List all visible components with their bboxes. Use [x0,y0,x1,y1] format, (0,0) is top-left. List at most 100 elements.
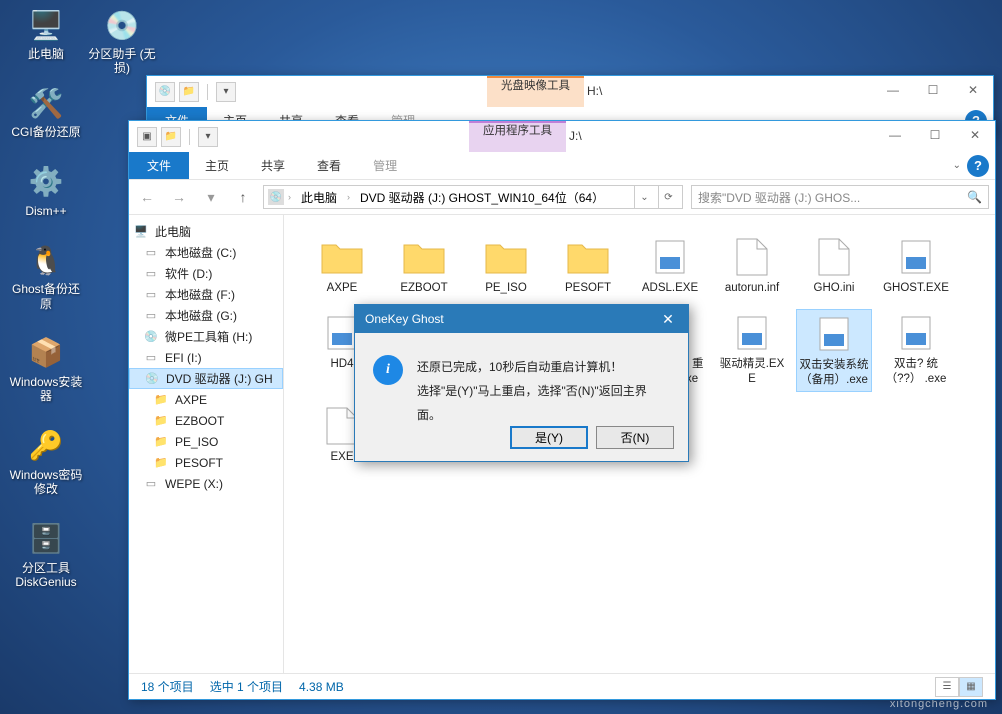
folder-icon [564,237,612,277]
minimize-button[interactable]: — [875,121,915,149]
tree-item[interactable]: ▭WEPE (X:) [129,473,283,494]
desktop-icon-diskgenius[interactable]: 🗄️ 分区工具DiskGenius [6,519,86,590]
view-details-button[interactable]: ☰ [935,677,959,697]
no-button[interactable]: 否(N) [596,426,674,449]
refresh-icon[interactable]: ⟳ [658,185,678,209]
file-item[interactable]: PE_ISO [468,233,544,299]
qat-down-icon[interactable]: ▾ [198,127,218,147]
ribbon-tab-share[interactable]: 共享 [245,152,301,179]
dialog-close-button[interactable]: ✕ [648,305,688,333]
maximize-button[interactable]: ☐ [915,121,955,149]
nav-tree[interactable]: 🖥️ 此电脑 ▭本地磁盘 (C:)▭软件 (D:)▭本地磁盘 (F:)▭本地磁盘… [129,215,284,673]
desktop-icon-ghost-backup[interactable]: 🐧 Ghost备份还原 [6,240,86,311]
breadcrumb[interactable]: 💿 › 此电脑 › DVD 驱动器 (J:) GHOST_WIN10_64位（6… [263,185,683,209]
search-input[interactable]: 搜索"DVD 驱动器 (J:) GHOS... 🔍 [691,185,989,209]
tree-item[interactable]: ▭软件 (D:) [129,263,283,284]
context-tab-disc-image[interactable]: 光盘映像工具 [487,76,584,107]
close-button[interactable]: ✕ [953,76,993,104]
info-icon: i [373,355,403,385]
tree-item[interactable]: ▭本地磁盘 (F:) [129,284,283,305]
file-item[interactable]: GHOST.EXE [878,233,954,299]
desktop-icon-cgi-backup[interactable]: 🛠️ CGI备份还原 [6,83,86,139]
quick-access-toolbar: 💿 📁 ▾ [155,82,236,102]
titlebar[interactable]: ▣ 📁 ▾ 应用程序工具 J:\ — ☐ ✕ [129,121,995,152]
file-label: PE_ISO [485,281,527,295]
desktop-icon-this-pc[interactable]: 🖥️ 此电脑 [6,5,86,61]
file-label: EZBOOT [400,281,447,295]
file-item[interactable]: 双击? 统（??） .exe [878,309,954,392]
dialog-title[interactable]: OneKey Ghost [355,305,688,333]
tree-item[interactable]: ▭EFI (I:) [129,347,283,368]
ribbon-tab-file[interactable]: 文件 [129,152,189,179]
nav-forward-button[interactable]: → [167,185,191,209]
folder-icon: 📁 [153,393,169,407]
ribbon-tab-manage[interactable]: 管理 [357,152,413,179]
help-icon[interactable]: ? [967,155,989,177]
folder-icon [482,237,530,277]
tree-item[interactable]: 📁PESOFT [129,452,283,473]
nav-up-button[interactable]: ↑ [231,185,255,209]
drive-icon: ▭ [143,309,159,323]
qat-folder-icon[interactable]: 📁 [179,82,199,102]
desktop-icon-partition-assist[interactable]: 💿 分区助手 (无损) [82,5,162,76]
tree-item[interactable]: 📁PE_ISO [129,431,283,452]
close-button[interactable]: ✕ [955,121,995,149]
file-item[interactable]: ADSL.EXE [632,233,708,299]
disc-icon: 💿 [144,372,160,386]
status-item-count: 18 个项目 [141,678,194,695]
breadcrumb-pc[interactable]: 此电脑 [295,187,343,208]
pc-icon: 🖥️ [26,5,66,45]
exe-icon [646,237,694,277]
qat-folder-icon[interactable]: 📁 [161,127,181,147]
disc-icon: 💿 [143,330,159,344]
search-icon[interactable]: 🔍 [967,190,982,204]
file-item[interactable]: AXPE [304,233,380,299]
file-label: HD4 [330,357,353,371]
desktop-icon-win-installer[interactable]: 📦 Windows安装器 [6,333,86,404]
file-label: 驱动精灵.EXE [716,357,788,386]
tree-item[interactable]: 📁EZBOOT [129,410,283,431]
breadcrumb-dropdown-icon[interactable]: ⌄ [634,185,654,209]
file-item[interactable]: 双击安装系统（备用）.exe [796,309,872,392]
tree-this-pc[interactable]: 🖥️ 此电脑 [129,221,283,242]
desktop-icon-password[interactable]: 🔑 Windows密码修改 [6,426,86,497]
tree-item[interactable]: ▭本地磁盘 (C:) [129,242,283,263]
maximize-button[interactable]: ☐ [913,76,953,104]
minimize-button[interactable]: — [873,76,913,104]
view-icons-button[interactable]: ▦ [959,677,983,697]
window-controls: — ☐ ✕ [873,76,993,104]
file-item[interactable]: GHO.ini [796,233,872,299]
chevron-icon[interactable]: › [288,192,291,202]
ribbon-expand-icon[interactable]: ⌄ [949,156,965,175]
file-label: autorun.inf [725,281,779,295]
file-item[interactable]: 驱动精灵.EXE [714,309,790,392]
tree-item[interactable]: ▭本地磁盘 (G:) [129,305,283,326]
qat-disc-icon[interactable]: 💿 [155,82,175,102]
file-label: GHOST.EXE [883,281,949,295]
context-tab-app-tools[interactable]: 应用程序工具 [469,121,566,152]
penguin-icon: 🐧 [26,240,66,280]
desktop-icon-dism[interactable]: ⚙️ Dism++ [6,162,86,218]
file-label: GHO.ini [814,281,855,295]
file-item[interactable]: PESOFT [550,233,626,299]
drive-icon: ▭ [143,288,159,302]
address-bar: ← → ▾ ↑ 💿 › 此电脑 › DVD 驱动器 (J:) GHOST_WIN… [129,179,995,215]
chevron-icon[interactable]: › [347,192,350,202]
qat-app-icon[interactable]: ▣ [137,127,157,147]
ribbon: 文件 主页 共享 查看 管理 ⌄ ? [129,152,995,179]
titlebar[interactable]: 💿 📁 ▾ 光盘映像工具 H:\ — ☐ ✕ [147,76,993,107]
qat-down-icon[interactable]: ▾ [216,82,236,102]
ribbon-tab-view[interactable]: 查看 [301,152,357,179]
breadcrumb-drive[interactable]: DVD 驱动器 (J:) GHOST_WIN10_64位（64） [354,187,610,208]
tree-item[interactable]: 💿微PE工具箱 (H:) [129,326,283,347]
drive-icon: ▭ [143,477,159,491]
folder-icon [318,237,366,277]
nav-back-button[interactable]: ← [135,185,159,209]
yes-button[interactable]: 是(Y) [510,426,588,449]
ribbon-tab-home[interactable]: 主页 [189,152,245,179]
tree-item[interactable]: 💿DVD 驱动器 (J:) GH [129,368,283,389]
nav-recent-button[interactable]: ▾ [199,185,223,209]
tree-item[interactable]: 📁AXPE [129,389,283,410]
file-item[interactable]: autorun.inf [714,233,790,299]
file-item[interactable]: EZBOOT [386,233,462,299]
